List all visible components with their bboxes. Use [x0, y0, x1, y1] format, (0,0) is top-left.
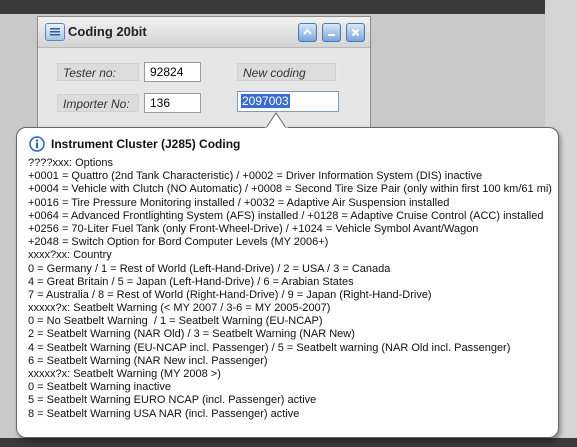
tooltip-line: 2 = Seatbelt Warning (NAR Old) / 3 = Sea…	[28, 328, 355, 341]
tooltip-line: +0064 = Advanced Frontlighting System (A…	[28, 209, 544, 222]
tooltip-title: Instrument Cluster (J285) Coding	[51, 137, 241, 151]
tooltip-line: +0016 = Tire Pressure Monitoring install…	[28, 196, 450, 209]
tester-no-label: Tester no:	[56, 62, 140, 82]
tooltip-line: xxxxx?x: Seatbelt Warning (MY 2008 >)	[28, 368, 221, 380]
tooltip-line: 0 = Germany / 1 = Rest of World (Left-Ha…	[28, 262, 391, 275]
title-bar[interactable]: Coding 20bit	[38, 17, 370, 48]
tooltip-line: 0 = Seatbelt Warning inactive	[28, 381, 171, 394]
chevron-up-icon[interactable]	[298, 23, 317, 42]
tooltip-line: 0 = No Seatbelt Warning / 1 = Seatbelt W…	[28, 315, 323, 328]
importer-no-label: Importer No:	[56, 93, 140, 113]
tooltip-line: +0004 = Vehicle with Clutch (NO Automati…	[28, 183, 552, 196]
coding-input[interactable]: 2097003	[237, 91, 339, 112]
tooltip-line: xxxxx?x: Seatbelt Warning (< MY 2007 / 3…	[28, 302, 331, 315]
background-top-bar	[0, 0, 577, 14]
tooltip-line: 6 = Seatbelt Warning (NAR New incl. Pass…	[28, 354, 268, 367]
tooltip-line: ????xxx: Options	[28, 157, 113, 169]
coding-dialog: Coding 20bit Tester no: 92824 New coding…	[37, 16, 371, 142]
tooltip-line: xxxx?xx: Country	[28, 249, 112, 262]
tooltip-line: 5 = Seatbelt Warning EURO NCAP (incl. Pa…	[28, 394, 317, 407]
tooltip-pointer	[265, 112, 288, 130]
window-title: Coding 20bit	[68, 24, 147, 39]
coding-value-selected: 2097003	[241, 94, 290, 108]
tooltip-line: 8 = Seatbelt Warning USA NAR (incl. Pass…	[28, 407, 300, 420]
tooltip-line: 4 = Seatbelt Warning (EU-NCAP incl. Pass…	[28, 341, 511, 354]
info-icon	[29, 136, 45, 152]
window-list-icon[interactable]	[45, 23, 65, 41]
tooltip-line: +0256 = 70-Liter Fuel Tank (only Front-W…	[28, 222, 479, 235]
tooltip-line: +2048 = Switch Option for Bord Computer …	[28, 236, 329, 249]
importer-no-field[interactable]: 136	[144, 93, 201, 113]
tooltip-line: 7 = Australia / 8 = Rest of World (Right…	[28, 288, 432, 301]
tester-no-field[interactable]: 92824	[144, 62, 201, 82]
tooltip-body: ????xxx: Options +0001 = Quattro (2nd Tan…	[28, 157, 553, 421]
tooltip-line: 4 = Great Britain / 5 = Japan (Left-Hand…	[28, 275, 354, 288]
background-bottom-bar	[0, 438, 577, 447]
new-coding-label: New coding	[236, 62, 337, 82]
minimize-icon[interactable]	[322, 23, 341, 42]
close-icon[interactable]	[346, 23, 365, 42]
tooltip-line: +0001 = Quattro (2nd Tank Characteristic…	[28, 170, 483, 183]
